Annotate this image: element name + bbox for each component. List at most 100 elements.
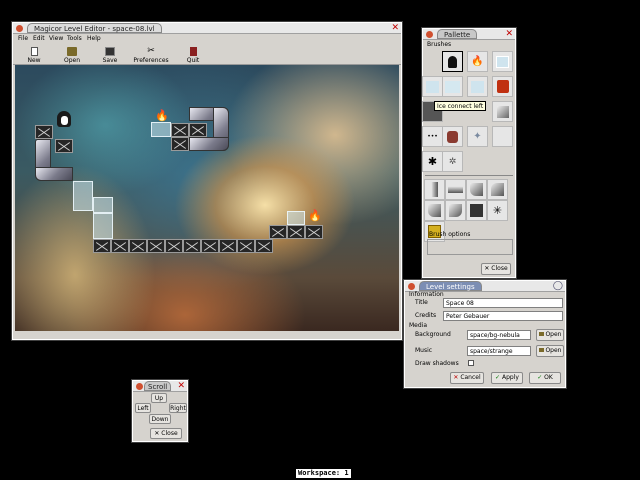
music-open-button[interactable]: Open [536,345,564,357]
brush-ice-block[interactable] [492,51,513,72]
menu-help[interactable]: Help [87,35,101,42]
close-icon[interactable]: ✕ [505,29,513,39]
brush-empty[interactable] [492,126,513,147]
stone-block [129,239,147,253]
brush-monster[interactable] [442,126,463,147]
draw-shadows-checkbox[interactable] [468,360,474,366]
brush-pipe-horizontal[interactable] [445,179,466,200]
quit-icon [189,47,197,56]
window-menu-icon[interactable] [136,383,143,390]
brush-pipe-corner-bl[interactable] [424,200,445,221]
scroll-title: Scroll [144,381,172,391]
level-settings-title: Level settings [419,281,482,291]
ok-icon: ✓ [537,374,543,381]
close-icon[interactable]: ✕ [391,23,399,33]
scroll-down-button[interactable]: Down [149,414,171,424]
scroll-left-button[interactable]: Left [135,403,151,413]
sparkle-icon: ✦ [473,131,482,142]
brush-cross[interactable]: ✳ [487,200,508,221]
information-section-label: Information [409,291,444,298]
ice-block [73,181,93,211]
credits-label: Credits [415,312,437,319]
brush-ice-connect-both[interactable] [442,76,463,97]
background-open-button[interactable]: Open [536,329,564,341]
scroll-titlebar[interactable]: Scroll ✕ [133,381,187,392]
menu-tools[interactable]: Tools [67,35,82,42]
stone-block [305,225,323,239]
apply-icon: ✓ [495,374,501,381]
close-icon[interactable]: ✕ [177,381,185,391]
brush-dark-block[interactable] [466,200,487,221]
brush-pipe-corner-top[interactable] [487,179,508,200]
ok-button[interactable]: ✓ OK [529,372,561,384]
brush-ice-connect-right[interactable] [467,76,488,97]
close-icon[interactable]: ◯ [553,281,563,291]
window-menu-icon[interactable] [408,283,415,290]
title-label: Title [415,299,428,306]
palette-close-button[interactable]: ✕ Close [481,263,511,275]
menu-edit[interactable]: Edit [33,35,45,42]
brush-dots[interactable]: ••• [422,126,443,147]
palette-close-label: Close [491,265,508,272]
background-label: Background [415,331,451,338]
brush-pipe-corner-right[interactable] [466,179,487,200]
save-button-label: Save [102,57,118,64]
stone-block [171,137,189,151]
music-open-label: Open [545,347,562,354]
monster-icon [447,130,458,143]
window-menu-icon[interactable] [16,25,23,32]
brush-ice-connect-left[interactable] [422,76,443,97]
main-titlebar[interactable]: Magicor Level Editor - space-08.lvl ✕ [13,23,401,34]
metal-icon [496,105,509,118]
scroll-right-button[interactable]: Right [169,403,187,413]
close-icon: ✕ [154,430,160,437]
brush-bug[interactable]: ✲ [442,151,463,172]
apply-label: Apply [502,374,519,381]
palette-title: Pallette [437,29,478,39]
palette-titlebar[interactable]: Pallette ✕ [423,29,515,40]
folder-open-icon [538,348,544,352]
brush-pipe-vertical-left[interactable] [424,179,445,200]
ok-label: OK [544,374,553,381]
apply-button[interactable]: ✓ Apply [491,372,523,384]
ice-block [93,197,113,213]
menu-view[interactable]: View [49,35,63,42]
scroll-up-button[interactable]: Up [151,393,167,403]
brush-options-panel [427,239,513,255]
brush-fire-barrel[interactable] [492,76,513,97]
stone-block [287,225,305,239]
window-menu-icon[interactable] [426,31,433,38]
fire-icon: 🔥 [471,56,484,67]
scroll-window: Scroll ✕ Up Left Right Down ✕ Close [131,379,189,443]
stone-block [183,239,201,253]
folder-open-icon [67,47,77,56]
stone-block [35,125,53,139]
pipe-icon [431,182,438,197]
brush-spider[interactable]: ✱ [422,151,443,172]
brush-pipe-corner-br[interactable] [445,200,466,221]
title-input[interactable]: Space 08 [443,298,563,308]
brush-sparkle[interactable]: ✦ [467,126,488,147]
scroll-close-button[interactable]: ✕ Close [150,428,182,439]
toolbar: New Open Save ✂ Preferences Quit [13,43,401,65]
level-canvas[interactable]: 🔥 🔥 [15,65,399,331]
bug-icon: ✲ [448,156,457,167]
level-settings-window: Level settings ◯ Information Title Space… [403,279,567,389]
background-input[interactable]: space/bg-nebula [467,330,531,340]
workspace-indicator: Workspace: 1 [296,469,351,478]
brush-penguin[interactable] [442,51,463,72]
new-file-icon [30,47,38,56]
main-window-title: Magicor Level Editor - space-08.lvl [27,23,162,33]
music-input[interactable]: space/strange [467,346,531,356]
tooltip-text: Ice connect left [437,103,484,110]
cancel-button[interactable]: ✕ Cancel [450,372,484,384]
ice-icon [426,80,439,93]
credits-input[interactable]: Peter Gebauer [443,311,563,321]
brush-metal-block[interactable] [492,101,513,122]
music-label: Music [415,347,433,354]
pipe-icon [428,204,441,217]
cancel-label: Cancel [460,374,481,381]
menu-file[interactable]: File [18,35,28,42]
pipe-icon [448,186,463,193]
brush-fire[interactable]: 🔥 [467,51,488,72]
